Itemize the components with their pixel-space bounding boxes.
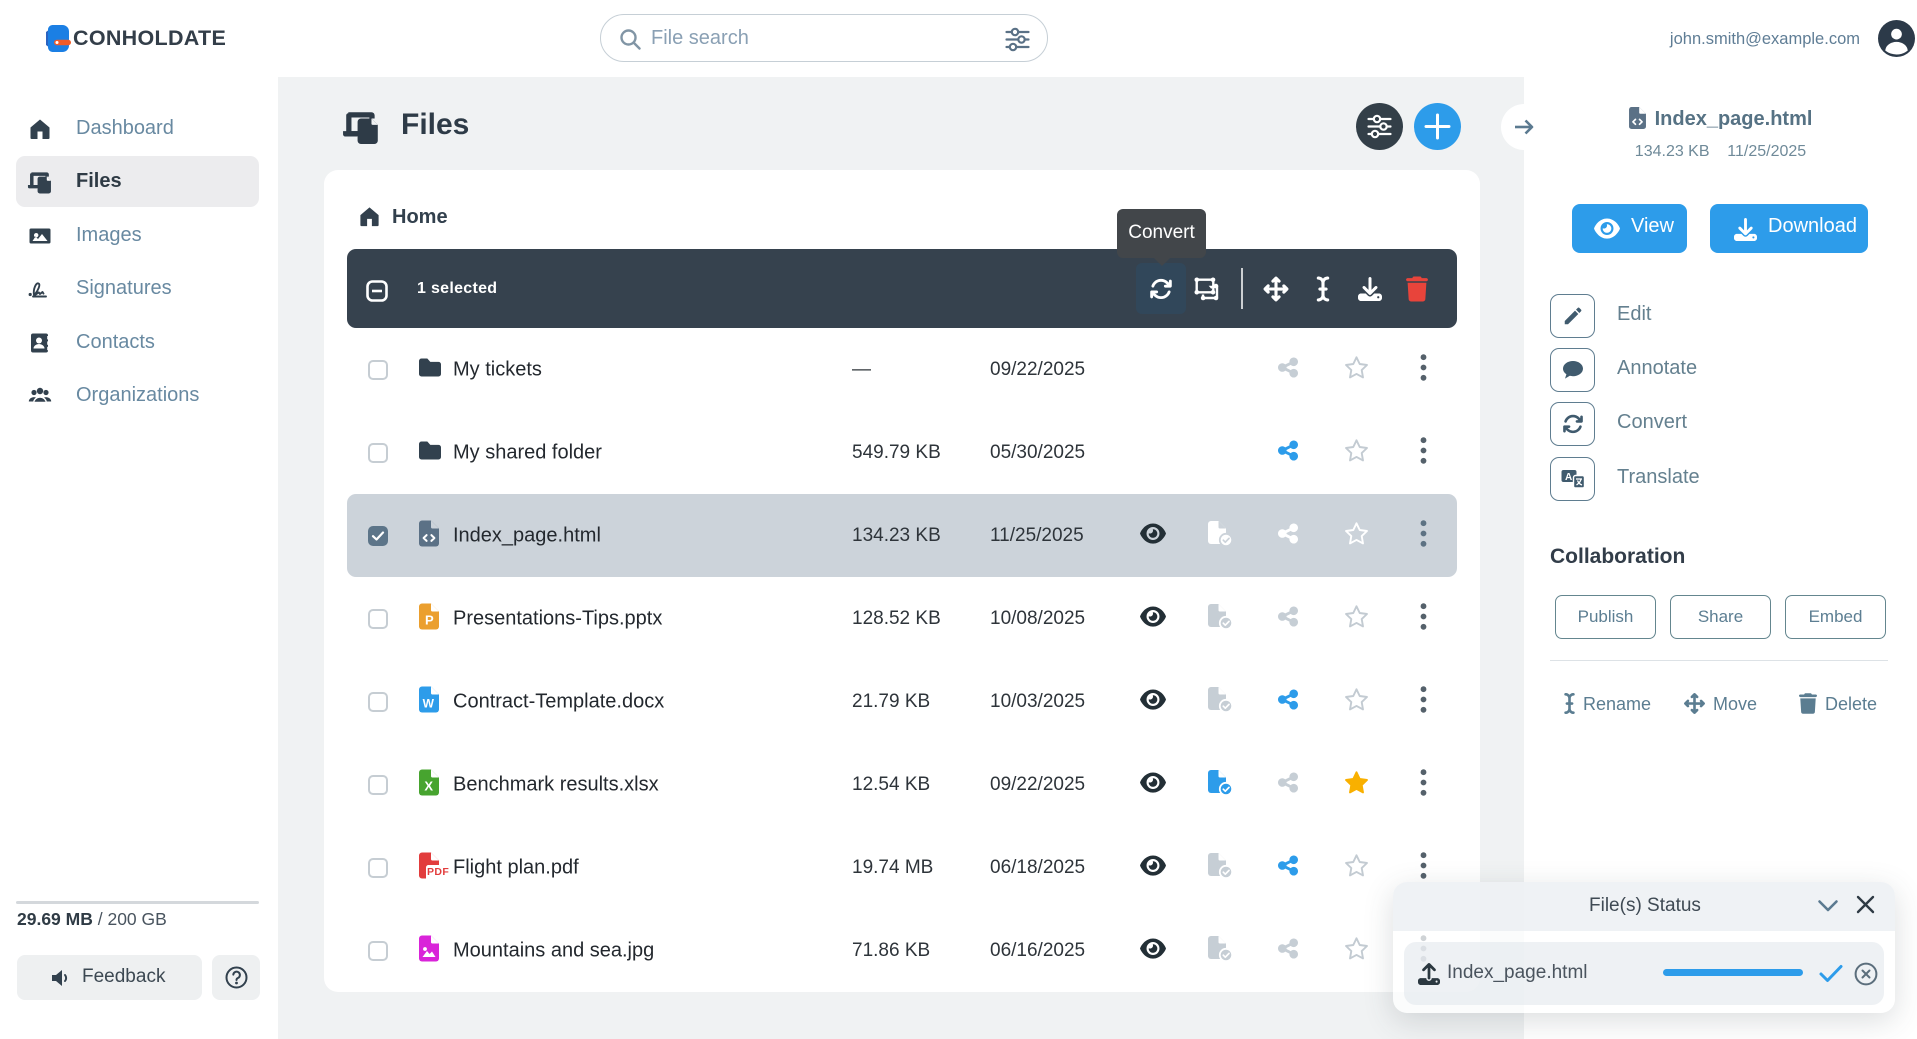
svg-text:P: P — [425, 612, 434, 627]
svg-text:W: W — [423, 696, 435, 710]
svg-text:A: A — [1565, 472, 1572, 483]
svg-text:PDF: PDF — [427, 866, 449, 878]
svg-text:X: X — [424, 778, 433, 793]
